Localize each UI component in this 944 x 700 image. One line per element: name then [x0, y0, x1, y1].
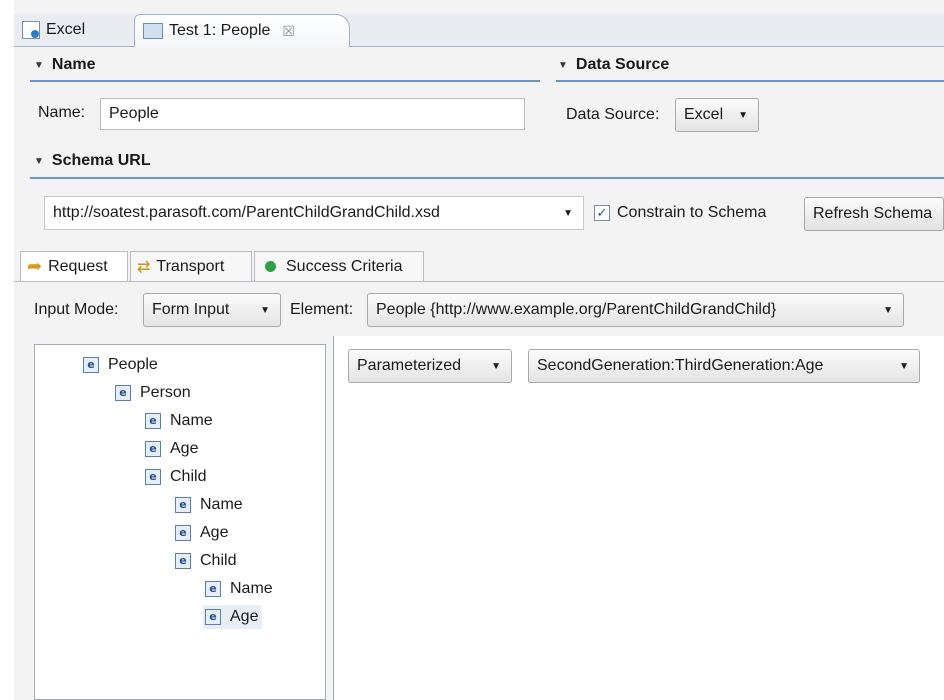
- schema-tree[interactable]: e People e Person e Name e Age e Child e…: [34, 344, 326, 700]
- dropdown-arrow-icon: ▼: [563, 207, 573, 219]
- name-section-title: Name: [51, 56, 96, 73]
- element-value: People {http://www.example.org/ParentChi…: [376, 301, 777, 318]
- tree-node-child[interactable]: e Child: [145, 465, 206, 489]
- parameter-value: SecondGeneration:ThirdGeneration:Age: [537, 357, 824, 374]
- success-icon: [265, 261, 276, 272]
- dropdown-arrow-icon: ▼: [883, 304, 893, 316]
- schema-section-divider: [30, 177, 944, 179]
- element-select[interactable]: People {http://www.example.org/ParentChi…: [367, 293, 904, 327]
- value-mode-select[interactable]: Parameterized ▼: [348, 349, 512, 383]
- tab-transport[interactable]: ⇄ Transport: [130, 251, 252, 281]
- element-icon: e: [83, 357, 99, 373]
- tree-node-label: Age: [200, 524, 229, 541]
- tree-node-child[interactable]: e Child: [175, 549, 236, 573]
- test-icon: [143, 23, 163, 39]
- transport-icon: ⇄: [137, 258, 151, 276]
- name-label: Name:: [38, 104, 86, 121]
- tree-node-age-selected[interactable]: e Age: [203, 605, 263, 629]
- dropdown-arrow-icon: ▼: [738, 109, 748, 121]
- name-field[interactable]: People: [100, 98, 525, 130]
- data-source-section-header[interactable]: ▼ Data Source: [558, 56, 669, 74]
- close-icon[interactable]: ☒: [282, 23, 295, 40]
- tab-body-divider: [14, 281, 944, 282]
- name-section-divider: [30, 80, 540, 82]
- tree-node-label: Name: [200, 496, 243, 513]
- element-icon: e: [175, 497, 191, 513]
- dropdown-arrow-icon: ▼: [899, 360, 909, 372]
- name-section-header[interactable]: ▼ Name: [34, 56, 95, 74]
- data-source-select[interactable]: Excel ▼: [675, 98, 759, 132]
- schema-url-combo[interactable]: http://soatest.parasoft.com/ParentChildG…: [44, 196, 584, 230]
- tree-node-label: Person: [140, 384, 191, 401]
- constrain-to-schema-checkbox[interactable]: ✓: [594, 205, 610, 221]
- tree-node-label: Name: [170, 412, 213, 429]
- data-source-section-divider: [556, 80, 944, 82]
- dropdown-arrow-icon: ▼: [260, 304, 270, 316]
- tree-node-age[interactable]: e Age: [175, 521, 228, 545]
- tree-node-name[interactable]: e Name: [205, 577, 273, 601]
- element-label: Element:: [290, 301, 354, 318]
- expand-triangle-icon: ▼: [34, 59, 44, 71]
- input-mode-value: Form Input: [152, 301, 230, 318]
- tab-request[interactable]: ➦ Request: [20, 251, 128, 281]
- editor-tab-strip: Excel Test 1: People ☒: [14, 14, 944, 47]
- data-source-label: Data Source:: [566, 106, 660, 123]
- tab-test-people-label: Test 1: People: [169, 22, 271, 39]
- element-icon: e: [175, 525, 191, 541]
- tab-transport-label: Transport: [156, 257, 225, 275]
- request-icon: ➦: [27, 256, 43, 276]
- data-source-section-title: Data Source: [575, 56, 670, 73]
- schema-url-value: http://soatest.parasoft.com/ParentChildG…: [53, 204, 440, 221]
- schema-section-header[interactable]: ▼ Schema URL: [34, 152, 151, 170]
- value-mode-value: Parameterized: [357, 357, 462, 374]
- tree-node-label: Name: [230, 580, 273, 597]
- element-icon: e: [115, 385, 131, 401]
- tab-success-criteria-label: Success Criteria: [286, 257, 403, 275]
- input-mode-select[interactable]: Form Input ▼: [143, 293, 281, 327]
- tree-node-name[interactable]: e Name: [145, 409, 213, 433]
- tab-request-label: Request: [48, 257, 108, 275]
- value-editor-pane: [333, 336, 944, 700]
- tree-node-label: Child: [200, 552, 237, 569]
- tree-node-people[interactable]: e People: [83, 353, 158, 377]
- tree-node-label: People: [108, 356, 158, 373]
- element-icon: e: [205, 581, 221, 597]
- dropdown-arrow-icon: ▼: [491, 360, 501, 372]
- parameter-select[interactable]: SecondGeneration:ThirdGeneration:Age ▼: [528, 349, 920, 383]
- excel-icon: [22, 21, 40, 39]
- element-icon: e: [145, 441, 161, 457]
- input-mode-label: Input Mode:: [34, 301, 119, 318]
- tab-excel[interactable]: Excel: [14, 14, 130, 46]
- schema-section-title: Schema URL: [51, 152, 151, 169]
- tab-success-criteria[interactable]: Success Criteria: [254, 251, 424, 281]
- tab-excel-label: Excel: [46, 21, 86, 38]
- data-source-value: Excel: [684, 106, 724, 123]
- element-icon: e: [145, 413, 161, 429]
- tab-test-people[interactable]: Test 1: People ☒: [134, 14, 350, 47]
- element-icon: e: [175, 553, 191, 569]
- refresh-schema-button[interactable]: Refresh Schema: [804, 197, 944, 231]
- element-icon: e: [205, 609, 221, 625]
- tree-node-name[interactable]: e Name: [175, 493, 243, 517]
- tree-node-label: Age: [230, 608, 259, 625]
- expand-triangle-icon: ▼: [558, 59, 568, 71]
- constrain-to-schema-label: Constrain to Schema: [617, 204, 767, 221]
- expand-triangle-icon: ▼: [34, 155, 44, 167]
- tree-node-person[interactable]: e Person: [115, 381, 191, 405]
- tree-node-label: Child: [170, 468, 207, 485]
- element-icon: e: [145, 469, 161, 485]
- tree-node-age[interactable]: e Age: [145, 437, 198, 461]
- tree-node-label: Age: [170, 440, 199, 457]
